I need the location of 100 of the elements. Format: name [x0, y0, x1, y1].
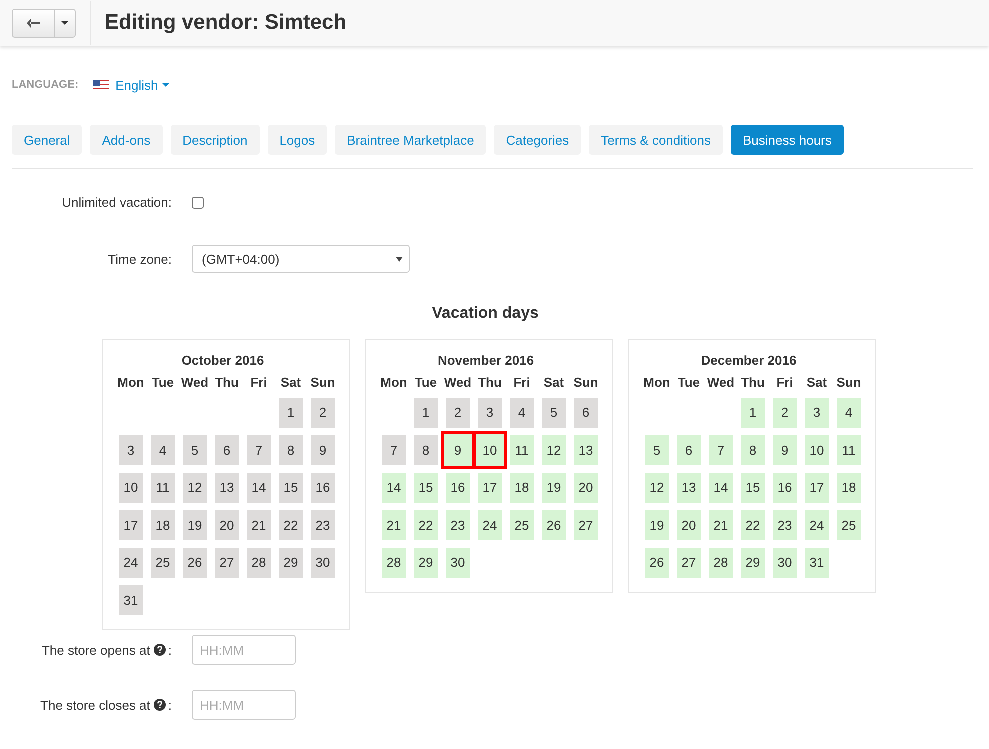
calendar-day[interactable]: 28	[247, 548, 271, 578]
calendar-day[interactable]: 27	[677, 548, 701, 578]
calendar-day[interactable]: 24	[119, 548, 143, 578]
calendar-day[interactable]: 9	[444, 434, 472, 466]
tab[interactable]: Description	[170, 125, 260, 155]
calendar-day[interactable]: 5	[645, 435, 669, 465]
tab[interactable]: Braintree Marketplace	[335, 125, 486, 155]
calendar-day[interactable]: 1	[279, 398, 303, 428]
calendar-day[interactable]: 14	[382, 472, 406, 502]
calendar-day[interactable]: 15	[414, 472, 438, 502]
calendar-day[interactable]: 20	[215, 510, 239, 540]
calendar-day[interactable]: 26	[183, 548, 207, 578]
calendar-day[interactable]: 26	[645, 548, 669, 578]
calendar-day[interactable]: 17	[478, 472, 502, 502]
calendar-day[interactable]: 20	[677, 510, 701, 540]
calendar-day[interactable]: 3	[478, 398, 502, 428]
calendar-day[interactable]: 23	[773, 510, 797, 540]
calendar-day[interactable]: 4	[837, 398, 861, 428]
calendar-day[interactable]: 21	[709, 510, 733, 540]
calendar-day[interactable]: 22	[279, 510, 303, 540]
calendar-day[interactable]: 1	[414, 398, 438, 428]
calendar-day[interactable]: 6	[574, 398, 598, 428]
calendar-day[interactable]: 31	[119, 585, 143, 615]
calendar-day[interactable]: 27	[215, 548, 239, 578]
calendar-day[interactable]: 25	[837, 510, 861, 540]
tab[interactable]: Logos	[268, 125, 328, 155]
calendar-day[interactable]: 9	[773, 435, 797, 465]
tab[interactable]: Add-ons	[90, 125, 163, 155]
calendar-day[interactable]: 14	[709, 472, 733, 502]
calendar-day[interactable]: 8	[414, 435, 438, 465]
help-icon[interactable]	[154, 644, 166, 656]
calendar-day[interactable]: 7	[382, 435, 406, 465]
time-input-field[interactable]: HH:MM	[192, 690, 296, 720]
calendar-day[interactable]: 11	[510, 435, 534, 465]
calendar-day[interactable]: 15	[741, 472, 765, 502]
calendar-day[interactable]: 3	[119, 435, 143, 465]
calendar-day[interactable]: 13	[215, 472, 239, 502]
calendar-day[interactable]: 5	[183, 435, 207, 465]
calendar-day[interactable]: 1	[741, 398, 765, 428]
calendar-day[interactable]: 17	[805, 472, 829, 502]
calendar-day[interactable]: 19	[645, 510, 669, 540]
calendar-day[interactable]: 13	[677, 472, 701, 502]
help-icon[interactable]	[154, 699, 166, 711]
calendar-day[interactable]: 30	[311, 548, 335, 578]
calendar-day[interactable]: 20	[574, 472, 598, 502]
calendar-day[interactable]: 10	[805, 435, 829, 465]
calendar-day[interactable]: 30	[773, 548, 797, 578]
time-input-field[interactable]: HH:MM	[192, 635, 296, 665]
tab[interactable]: Categories	[494, 125, 582, 155]
tab[interactable]: General	[12, 125, 82, 155]
calendar-day[interactable]: 29	[279, 548, 303, 578]
calendar-day[interactable]: 10	[119, 472, 143, 502]
calendar-day[interactable]: 12	[645, 472, 669, 502]
calendar-day[interactable]: 11	[837, 435, 861, 465]
calendar-day[interactable]: 13	[574, 435, 598, 465]
dropdown-button[interactable]	[54, 8, 76, 38]
calendar-day[interactable]: 11	[151, 472, 175, 502]
calendar-day[interactable]: 3	[805, 398, 829, 428]
calendar-day[interactable]: 31	[805, 548, 829, 578]
calendar-day[interactable]: 19	[183, 510, 207, 540]
calendar-day[interactable]: 23	[446, 510, 470, 540]
calendar-day[interactable]: 24	[805, 510, 829, 540]
calendar-day[interactable]: 28	[709, 548, 733, 578]
calendar-day[interactable]: 4	[510, 398, 534, 428]
checkbox[interactable]	[192, 196, 204, 208]
calendar-day[interactable]: 26	[542, 510, 566, 540]
calendar-day[interactable]: 21	[247, 510, 271, 540]
calendar-day[interactable]: 27	[574, 510, 598, 540]
calendar-day[interactable]: 12	[183, 472, 207, 502]
calendar-day[interactable]: 16	[773, 472, 797, 502]
calendar-day[interactable]: 29	[741, 548, 765, 578]
calendar-day[interactable]: 14	[247, 472, 271, 502]
tab[interactable]: Business hours	[731, 125, 844, 155]
calendar-day[interactable]: 6	[215, 435, 239, 465]
calendar-day[interactable]: 10	[476, 434, 504, 466]
calendar-day[interactable]: 19	[542, 472, 566, 502]
back-button[interactable]	[12, 8, 55, 38]
calendar-day[interactable]: 30	[446, 548, 470, 578]
calendar-day[interactable]: 17	[119, 510, 143, 540]
calendar-day[interactable]: 4	[151, 435, 175, 465]
calendar-day[interactable]: 25	[151, 548, 175, 578]
calendar-day[interactable]: 18	[151, 510, 175, 540]
calendar-day[interactable]: 18	[510, 472, 534, 502]
calendar-day[interactable]: 8	[279, 435, 303, 465]
language-link[interactable]: English	[116, 78, 170, 92]
calendar-day[interactable]: 15	[279, 472, 303, 502]
calendar-day[interactable]: 22	[414, 510, 438, 540]
calendar-day[interactable]: 29	[414, 548, 438, 578]
calendar-day[interactable]: 16	[446, 472, 470, 502]
time-zone-select[interactable]: (GMT+04:00)	[192, 245, 410, 273]
calendar-day[interactable]: 7	[247, 435, 271, 465]
calendar-day[interactable]: 16	[311, 472, 335, 502]
tab[interactable]: Terms & conditions	[589, 125, 723, 155]
calendar-day[interactable]: 25	[510, 510, 534, 540]
calendar-day[interactable]: 2	[311, 398, 335, 428]
calendar-day[interactable]: 21	[382, 510, 406, 540]
calendar-day[interactable]: 8	[741, 435, 765, 465]
calendar-day[interactable]: 2	[773, 398, 797, 428]
calendar-day[interactable]: 2	[446, 398, 470, 428]
calendar-day[interactable]: 7	[709, 435, 733, 465]
